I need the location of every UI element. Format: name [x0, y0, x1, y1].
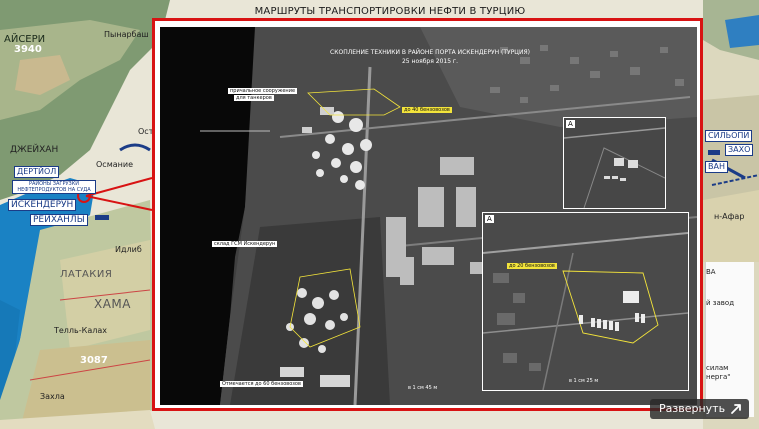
place-silopi: СИЛЬОПИ — [705, 130, 753, 142]
map-title: МАРШРУТЫ ТРАНСПОРТИРОВКИ НЕФТИ В ТУРЦИЮ — [254, 6, 526, 17]
place-dertyol: ДЕРТЙОЛ — [14, 166, 60, 178]
pier-label-line2: для танкеров — [234, 95, 274, 101]
expand-button[interactable]: Развернуть — [650, 399, 749, 419]
place-osmanie: Османие — [96, 160, 133, 169]
photo-title-line1: СКОПЛЕНИЕ ТЕХНИКИ В РАЙОНЕ ПОРТА ИСКЕНДЕ… — [330, 49, 530, 56]
expand-arrow-icon — [731, 404, 741, 414]
place-van: ВАН — [705, 161, 728, 173]
place-tell-kalah: Телль-Калах — [54, 326, 107, 335]
inset-large-imagery — [483, 213, 688, 390]
place-dzheyhan: ДЖЕЙХАН — [10, 145, 59, 155]
photo-title-line2: 25 ноября 2015 г. — [401, 58, 458, 65]
place-idlib: Идлиб — [115, 245, 142, 254]
inset-small-a: А — [563, 117, 666, 209]
place-iskenderun: ИСКЕНДЕРУН — [8, 199, 77, 211]
parked-trucks-label: Отмечается до 60 бензовозов — [220, 381, 303, 387]
place-hama: ХАМА — [94, 297, 131, 311]
expand-button-label: Развернуть — [659, 402, 726, 415]
legend-line: силам — [706, 364, 729, 372]
legend-line: ВА — [706, 268, 716, 276]
tanker-count-label: до 40 бензовозов — [402, 107, 452, 113]
inset-large-a: А до 20 бензовозов в 1 см 25 м — [482, 212, 689, 391]
map-legend-fragment: ВА й завод силам нерга" — [705, 262, 754, 417]
place-zaho: ЗАХО — [725, 144, 754, 156]
place-zahla: Захла — [40, 392, 65, 401]
pier-label-line1: причальное сооружение — [228, 88, 298, 94]
satellite-photo: СКОПЛЕНИЕ ТЕХНИКИ В РАЙОНЕ ПОРТА ИСКЕНДЕ… — [160, 27, 697, 405]
inset-count-label: до 20 бензовозов — [507, 263, 557, 269]
place-elevation-3087: 3087 — [80, 355, 108, 366]
inset-small-letter: А — [566, 120, 575, 128]
inset-scale: в 1 см 25 м — [569, 378, 599, 384]
place-elevation-3940: 3940 — [14, 44, 42, 55]
place-latakia: ЛАТАКИЯ — [60, 269, 113, 280]
depot-label: склад ГСМ Искендерун — [212, 241, 278, 247]
loading-zone-label: РАЙОНЫ ЗАГРУЗКИ НЕФТЕПРОДУКТОВ НА СУДА — [12, 180, 96, 194]
inset-large-letter: А — [485, 215, 494, 223]
legend-line: й завод — [706, 299, 735, 307]
place-nafar: н-Афар — [714, 212, 745, 221]
place-pynarbash: Пынарбаш — [104, 30, 149, 39]
main-scale: в 1 см 45 м — [408, 385, 438, 391]
place-reyhanly: РЕЙХАНЛЫ — [30, 214, 88, 226]
legend-line: нерга" — [706, 373, 731, 381]
inset-small-imagery — [564, 118, 665, 208]
